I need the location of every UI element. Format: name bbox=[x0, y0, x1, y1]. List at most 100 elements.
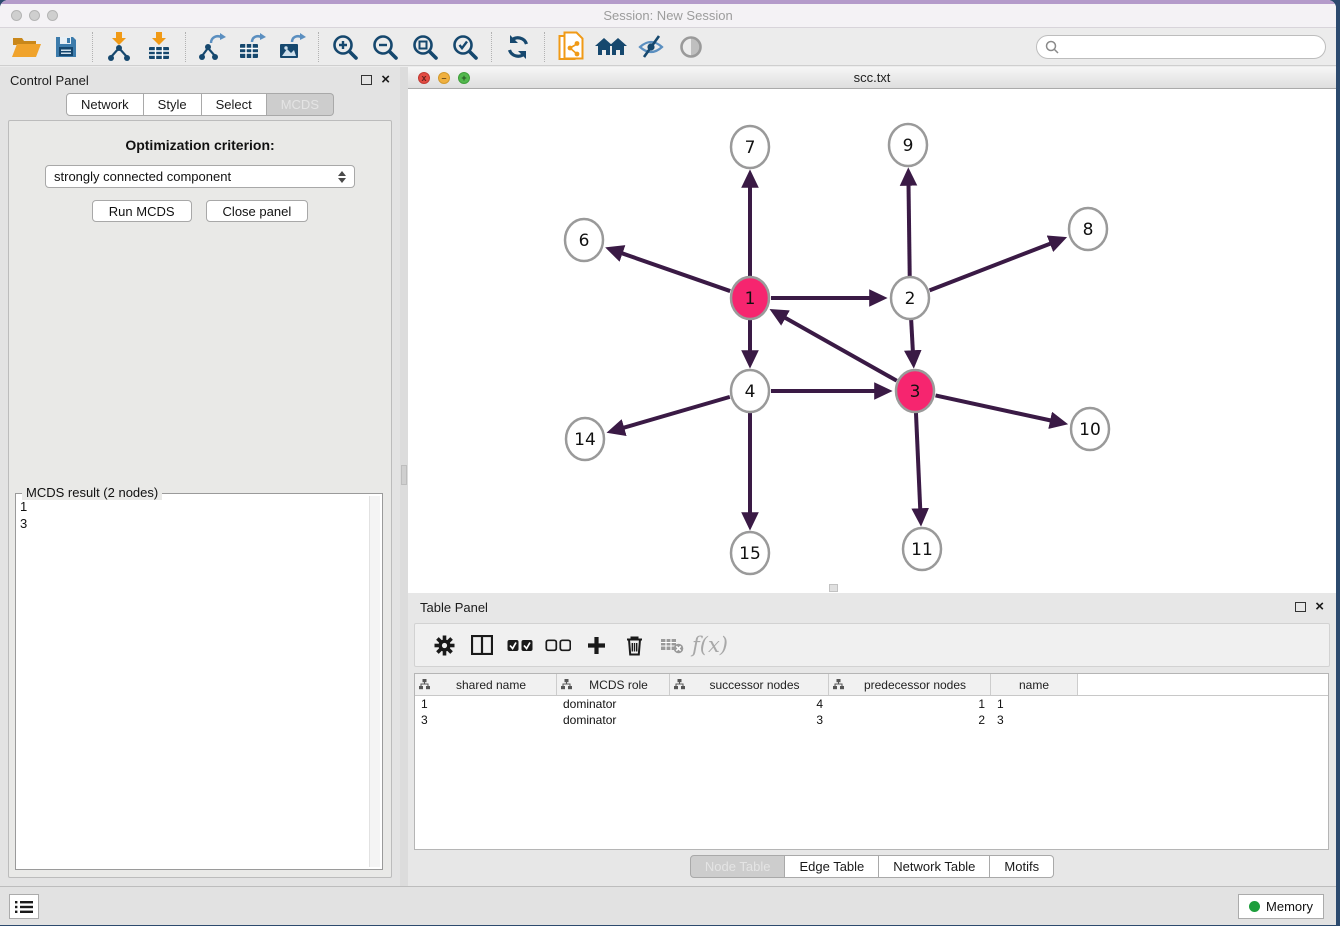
criterion-dropdown[interactable]: strongly connected component bbox=[45, 165, 355, 188]
cell-mcds-role[interactable]: dominator bbox=[557, 712, 670, 728]
column-header-shared-name[interactable]: shared name bbox=[415, 674, 557, 695]
tab-motifs[interactable]: Motifs bbox=[990, 855, 1054, 878]
open-session-icon[interactable] bbox=[6, 30, 46, 64]
node-label-1: 1 bbox=[745, 289, 756, 309]
cell-mcds-role[interactable]: dominator bbox=[557, 696, 670, 712]
function-builder-icon: f(x) bbox=[691, 626, 729, 664]
float-panel-icon[interactable] bbox=[361, 75, 372, 85]
cell-name[interactable]: 3 bbox=[991, 712, 1078, 728]
show-column-icon[interactable] bbox=[463, 626, 501, 664]
delete-table-icon[interactable] bbox=[653, 626, 691, 664]
result-scrollbar[interactable] bbox=[369, 496, 380, 867]
node-label-10: 10 bbox=[1079, 420, 1101, 440]
network-canvas[interactable]: 7968124314101511 bbox=[408, 89, 1336, 593]
close-panel-icon[interactable]: × bbox=[381, 75, 390, 85]
close-panel-button[interactable]: Close panel bbox=[206, 200, 309, 222]
column-header-mcds-role[interactable]: MCDS role bbox=[557, 674, 670, 695]
show-hide-details-icon[interactable] bbox=[671, 30, 711, 64]
edge-2-3[interactable] bbox=[911, 319, 913, 351]
edge-3-11[interactable] bbox=[916, 412, 920, 509]
close-table-panel-icon[interactable]: × bbox=[1315, 602, 1324, 612]
delete-columns-icon[interactable] bbox=[615, 626, 653, 664]
table-toolbar: f(x) bbox=[414, 623, 1330, 667]
toolbar-separator bbox=[92, 32, 93, 62]
task-history-button[interactable] bbox=[9, 894, 39, 919]
table-options-gear-icon[interactable] bbox=[425, 626, 463, 664]
zoom-selected-icon[interactable] bbox=[445, 30, 485, 64]
export-network-icon[interactable] bbox=[192, 30, 232, 64]
zoom-in-icon[interactable] bbox=[325, 30, 365, 64]
edge-4-14[interactable] bbox=[623, 397, 729, 428]
cell-predecessor-nodes[interactable]: 2 bbox=[829, 712, 991, 728]
tab-select[interactable]: Select bbox=[202, 93, 267, 116]
splitter-handle[interactable] bbox=[401, 465, 407, 485]
edge-2-8[interactable] bbox=[930, 243, 1051, 290]
cell-name[interactable]: 1 bbox=[991, 696, 1078, 712]
column-header-predecessor-nodes[interactable]: predecessor nodes bbox=[829, 674, 991, 695]
save-session-icon[interactable] bbox=[46, 30, 86, 64]
refresh-icon[interactable] bbox=[498, 30, 538, 64]
run-mcds-button[interactable]: Run MCDS bbox=[92, 200, 192, 222]
cell-successor-nodes[interactable]: 3 bbox=[670, 712, 829, 728]
toolbar-separator bbox=[491, 32, 492, 62]
edge-3-1[interactable] bbox=[785, 318, 897, 381]
unselect-all-columns-icon[interactable] bbox=[539, 626, 577, 664]
network-graph[interactable]: 7968124314101511 bbox=[408, 89, 1336, 593]
import-network-icon[interactable] bbox=[99, 30, 139, 64]
float-table-panel-icon[interactable] bbox=[1295, 602, 1306, 612]
edge-3-10[interactable] bbox=[936, 395, 1051, 420]
mcds-result-text[interactable]: 1 3 bbox=[20, 496, 368, 867]
tree-icon bbox=[833, 679, 844, 690]
column-header-name[interactable]: name bbox=[991, 674, 1078, 695]
tree-icon bbox=[561, 679, 572, 690]
column-header-successor-nodes[interactable]: successor nodes bbox=[670, 674, 829, 695]
search-box[interactable] bbox=[1036, 35, 1326, 59]
edge-1-6[interactable] bbox=[622, 253, 730, 291]
tree-icon bbox=[674, 679, 685, 690]
tab-node-table[interactable]: Node Table bbox=[690, 855, 786, 878]
table-row[interactable]: 3 dominator 3 2 3 bbox=[415, 712, 1328, 728]
tab-edge-table[interactable]: Edge Table bbox=[785, 855, 879, 878]
table-header-row: shared name MCDS role successor nodes pr… bbox=[415, 674, 1328, 696]
memory-button[interactable]: Memory bbox=[1238, 894, 1324, 919]
window-title: Session: New Session bbox=[0, 8, 1336, 23]
status-bar: Memory bbox=[0, 886, 1336, 925]
node-label-7: 7 bbox=[745, 138, 756, 158]
select-all-columns-icon[interactable] bbox=[501, 626, 539, 664]
tab-network[interactable]: Network bbox=[66, 93, 144, 116]
tab-style[interactable]: Style bbox=[144, 93, 202, 116]
import-table-icon[interactable] bbox=[139, 30, 179, 64]
cell-successor-nodes[interactable]: 4 bbox=[670, 696, 829, 712]
edge-2-9[interactable] bbox=[909, 185, 910, 277]
tree-icon bbox=[419, 679, 430, 690]
node-label-8: 8 bbox=[1083, 220, 1094, 240]
table-panel: Table Panel × f(x) shared name MCDS role… bbox=[408, 593, 1336, 886]
node-label-4: 4 bbox=[745, 382, 756, 402]
zoom-fit-icon[interactable] bbox=[405, 30, 445, 64]
search-input[interactable] bbox=[1063, 40, 1325, 54]
cell-predecessor-nodes[interactable]: 1 bbox=[829, 696, 991, 712]
zoom-out-icon[interactable] bbox=[365, 30, 405, 64]
vizmapper-toggle-icon[interactable] bbox=[631, 30, 671, 64]
canvas-scrollbar-thumb[interactable] bbox=[829, 584, 838, 592]
home-icon[interactable] bbox=[591, 30, 631, 64]
toolbar-separator bbox=[185, 32, 186, 62]
table-tabs: Node Table Edge Table Network Table Moti… bbox=[408, 855, 1336, 878]
criterion-dropdown-value: strongly connected component bbox=[54, 169, 338, 184]
create-column-icon[interactable] bbox=[577, 626, 615, 664]
mcds-result-group: MCDS result (2 nodes) 1 3 bbox=[15, 493, 383, 870]
export-image-icon[interactable] bbox=[272, 30, 312, 64]
tab-mcds[interactable]: MCDS bbox=[267, 93, 334, 116]
memory-label: Memory bbox=[1266, 899, 1313, 914]
table-row[interactable]: 1 dominator 4 1 1 bbox=[415, 696, 1328, 712]
tab-network-table[interactable]: Network Table bbox=[879, 855, 990, 878]
export-table-icon[interactable] bbox=[232, 30, 272, 64]
cell-shared-name[interactable]: 1 bbox=[415, 696, 557, 712]
node-label-15: 15 bbox=[739, 544, 761, 564]
main-toolbar bbox=[0, 28, 1336, 66]
open-network-file-icon[interactable] bbox=[551, 30, 591, 64]
cell-shared-name[interactable]: 3 bbox=[415, 712, 557, 728]
vertical-splitter[interactable] bbox=[400, 67, 408, 886]
optimization-criterion-label: Optimization criterion: bbox=[9, 137, 391, 153]
cytoscape-window: Session: New Session Control bbox=[0, 0, 1336, 925]
